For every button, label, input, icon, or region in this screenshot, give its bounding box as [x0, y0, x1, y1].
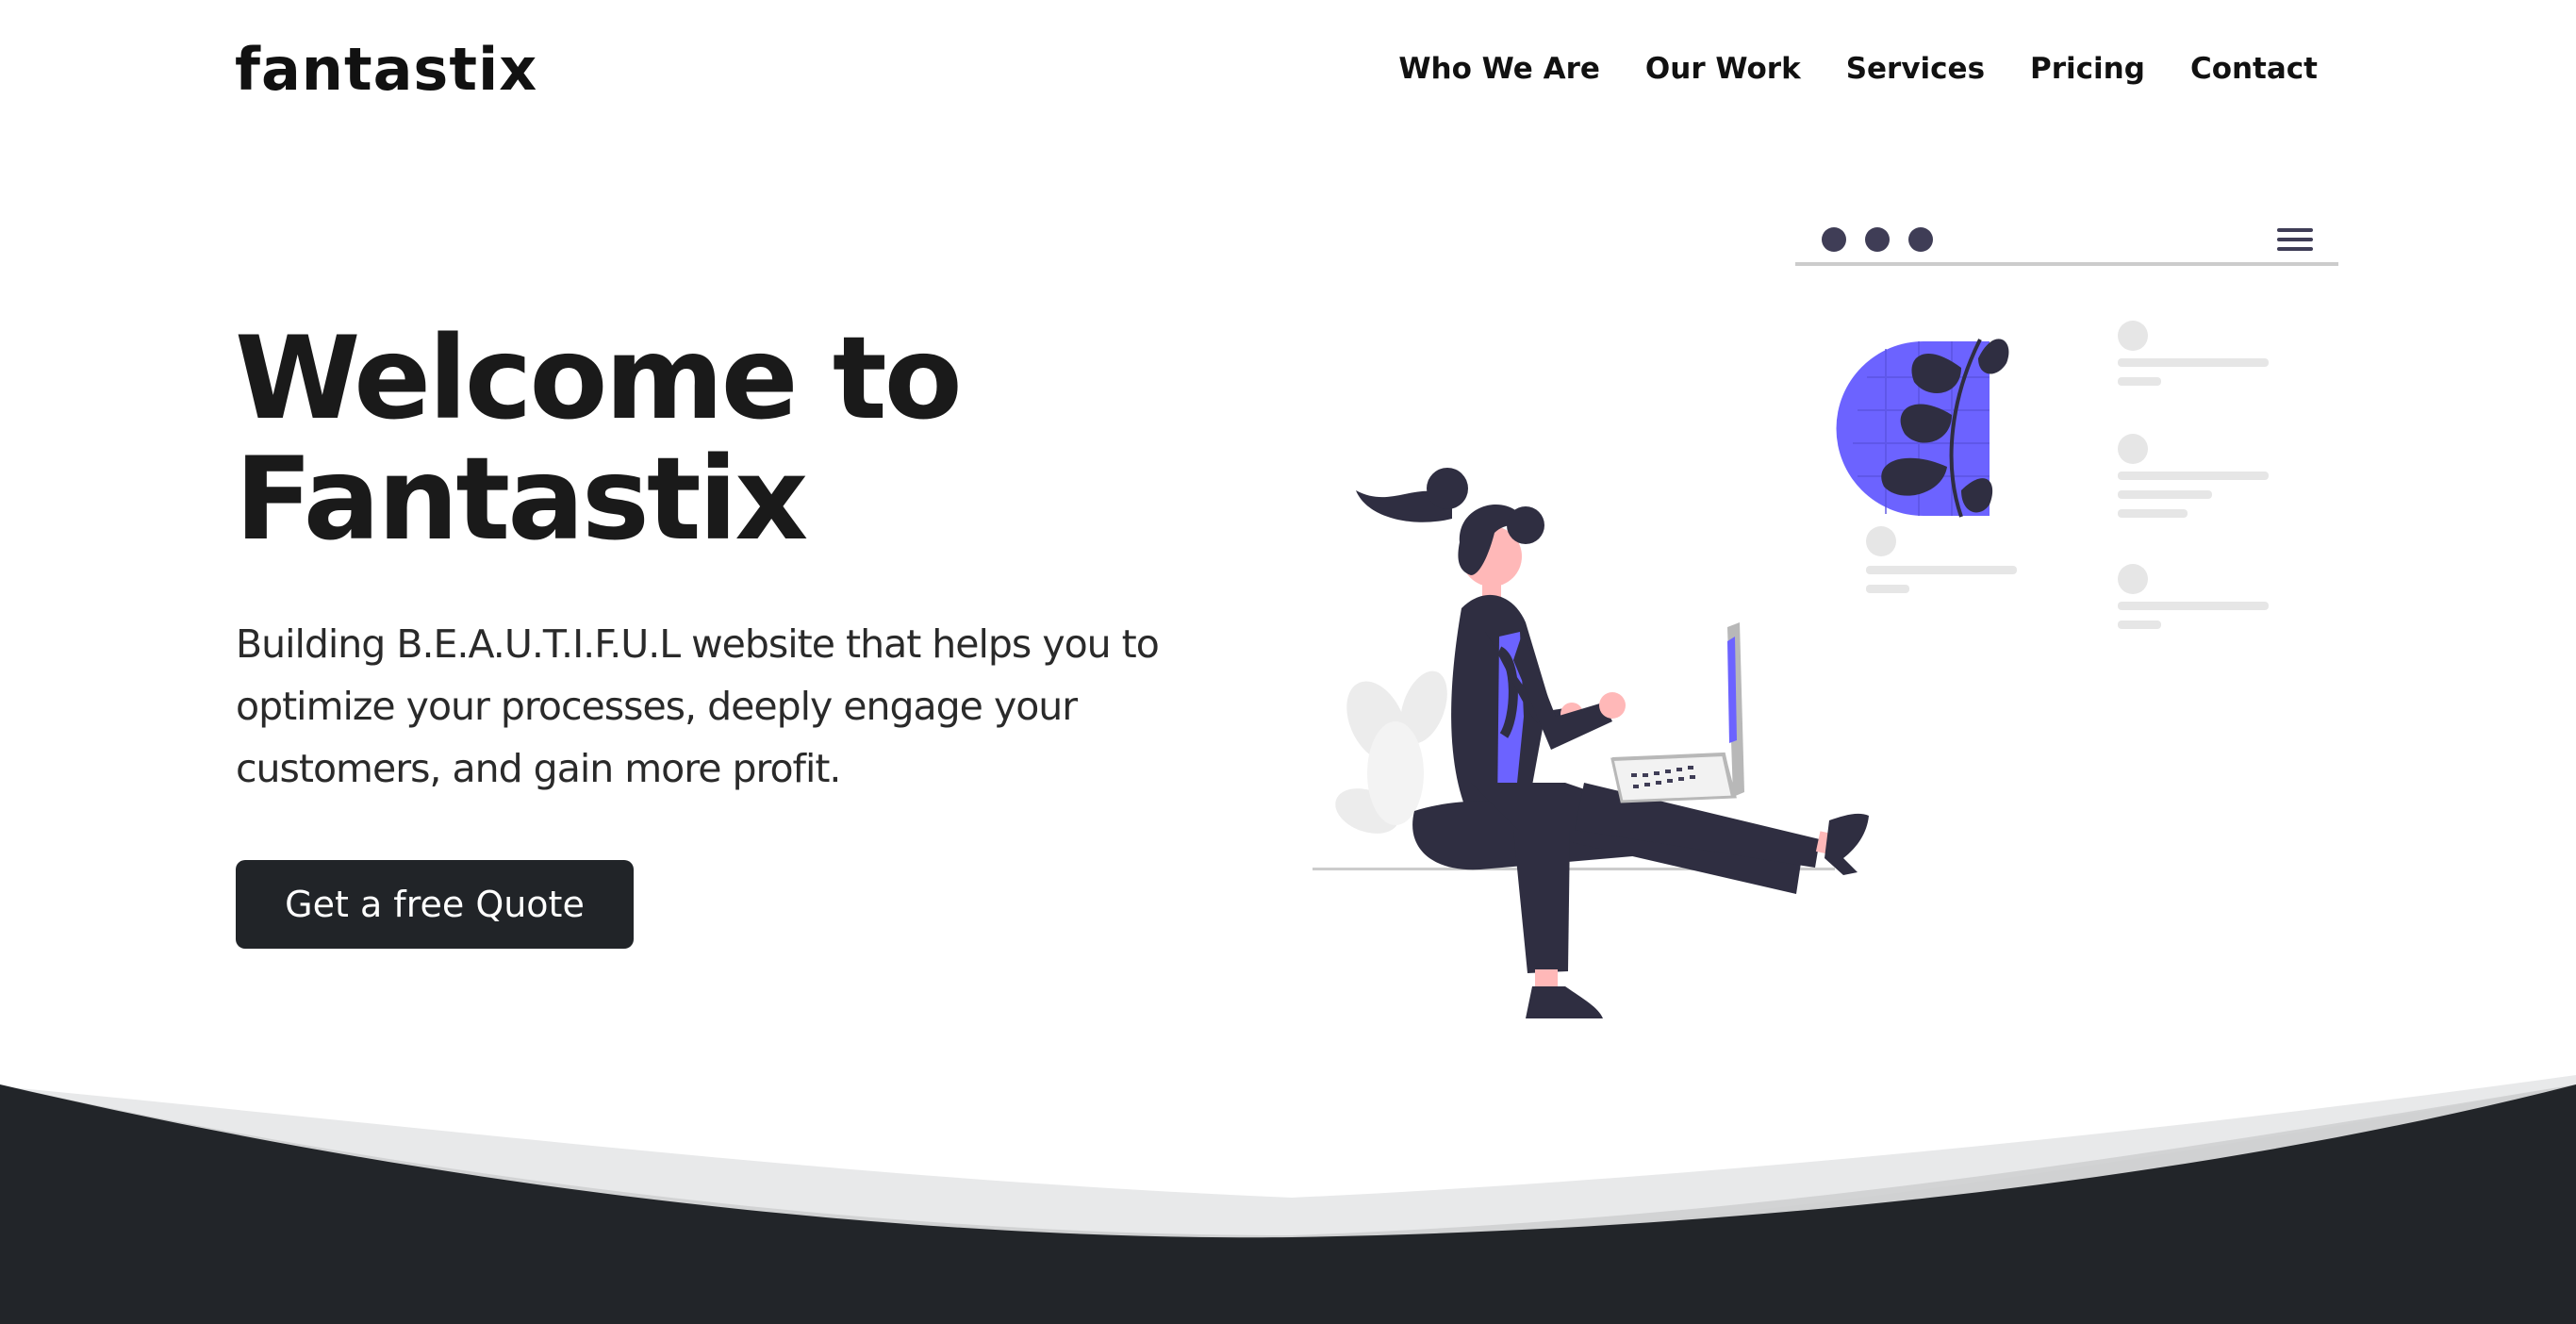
- hero-illustration: [1313, 227, 2338, 1018]
- landing-page: fantastix Who We Are Our Work Services P…: [0, 0, 2576, 1324]
- hero-title: Welcome to Fantastix: [235, 319, 1178, 560]
- window-dots-icon: [1822, 227, 1933, 252]
- footer-waves: [0, 1075, 2576, 1324]
- laptop: [1610, 622, 1744, 803]
- browser-mockup: [1795, 227, 2338, 629]
- nav-pricing[interactable]: Pricing: [2030, 45, 2145, 92]
- nav-our-work[interactable]: Our Work: [1645, 45, 1801, 92]
- nav-who-we-are[interactable]: Who We Are: [1398, 45, 1600, 92]
- hero-title-line-1: Welcome to: [235, 312, 963, 445]
- nav-services[interactable]: Services: [1846, 45, 1985, 92]
- plant-image-card: [1836, 339, 2009, 518]
- hero-subtitle: Building B.E.A.U.T.I.F.U.L website that …: [236, 621, 1160, 791]
- hamburger-menu-icon: [2277, 228, 2313, 251]
- brand-logo[interactable]: fantastix: [235, 32, 537, 108]
- hero-title-line-2: Fantastix: [235, 433, 808, 566]
- nav-contact[interactable]: Contact: [2190, 45, 2318, 92]
- woman-with-laptop: [1356, 468, 1869, 1018]
- main-nav: Who We Are Our Work Services Pricing Con…: [1398, 45, 2318, 92]
- get-quote-button[interactable]: Get a free Quote: [236, 860, 634, 949]
